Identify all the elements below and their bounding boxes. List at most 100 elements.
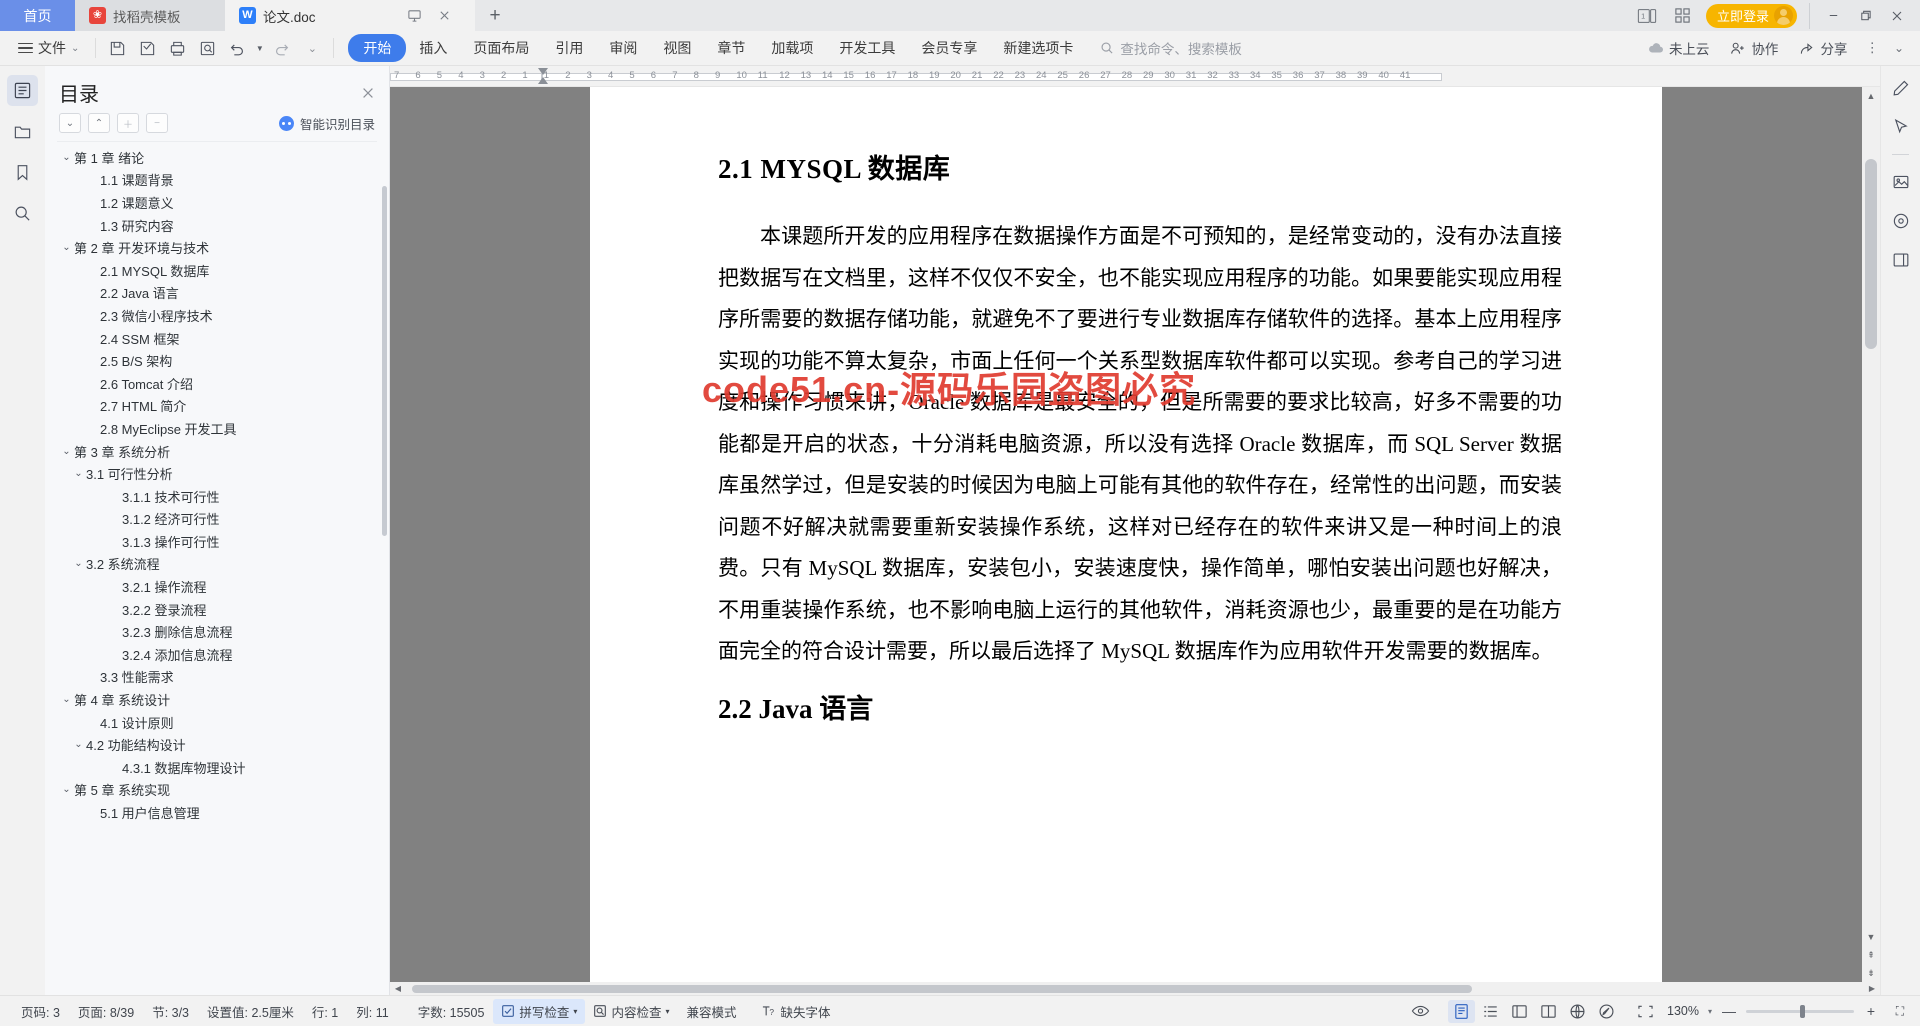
toc-item[interactable]: 3.2.4 添加信息流程	[57, 643, 377, 666]
ribbon-tab-view[interactable]: 视图	[650, 34, 704, 62]
save-as-icon[interactable]	[134, 35, 160, 61]
tab-document[interactable]: W 论文.doc	[225, 0, 475, 31]
edit-pen-icon[interactable]	[1888, 76, 1914, 100]
toc-item[interactable]: 3.1.2 经济可行性	[57, 508, 377, 531]
search-icon[interactable]	[7, 198, 38, 229]
zoom-in-button[interactable]: +	[1863, 1003, 1879, 1019]
location-icon[interactable]	[1888, 209, 1914, 233]
toc-item[interactable]: 3.2.3 删除信息流程	[57, 620, 377, 643]
toc-item[interactable]: 2.2 Java 语言	[57, 282, 377, 305]
collaborate-button[interactable]: 协作	[1721, 35, 1787, 61]
single-page-view-icon[interactable]: 1	[1634, 6, 1660, 26]
web-view-icon[interactable]	[1506, 1000, 1533, 1023]
command-search[interactable]: 查找命令、搜索模板	[1100, 38, 1242, 58]
fullscreen-button[interactable]: ⛶	[1892, 1004, 1908, 1019]
scroll-down-icon[interactable]: ▼	[1862, 928, 1880, 946]
toc-item[interactable]: 4.1 设计原则	[57, 711, 377, 734]
ribbon-tab-insert[interactable]: 插入	[406, 34, 460, 62]
toc-item[interactable]: ⌄ 第 5 章 系统实现	[57, 779, 377, 802]
undo-dropdown-icon[interactable]: ▼	[254, 35, 265, 61]
toc-item[interactable]: ⌄ 第 3 章 系统分析	[57, 440, 377, 463]
zoom-slider[interactable]	[1746, 1004, 1854, 1018]
toc-item[interactable]: 2.3 微信小程序技术	[57, 304, 377, 327]
present-icon[interactable]	[407, 8, 422, 23]
ribbon-tab-new[interactable]: 新建选项卡	[990, 34, 1086, 62]
print-icon[interactable]	[164, 35, 190, 61]
zoom-level-label[interactable]: 130%	[1667, 1004, 1699, 1018]
minimize-button[interactable]	[1818, 3, 1848, 29]
page-view-icon[interactable]	[1448, 999, 1475, 1023]
scroll-up-icon[interactable]: ▲	[1862, 87, 1880, 105]
grid-view-icon[interactable]	[1670, 6, 1696, 26]
scroll-left-icon[interactable]: ◀	[390, 984, 406, 993]
toc-item[interactable]: ⌄ 4.2 功能结构设计	[57, 733, 377, 756]
next-page-icon[interactable]: ⇟	[1862, 964, 1880, 982]
toc-item[interactable]: 4.3.1 数据库物理设计	[57, 756, 377, 779]
restore-button[interactable]	[1850, 3, 1880, 29]
ribbon-tab-page-layout[interactable]: 页面布局	[460, 34, 542, 62]
panel-layout-icon[interactable]	[1888, 248, 1914, 272]
document-vertical-scrollbar[interactable]: ▲ ▼ ⇞ ⇟	[1862, 87, 1880, 982]
toc-item[interactable]: 3.3 性能需求	[57, 666, 377, 689]
reading-view-icon[interactable]	[1535, 1000, 1562, 1023]
toc-item[interactable]: 2.6 Tomcat 介绍	[57, 372, 377, 395]
share-button[interactable]: 分享	[1790, 35, 1856, 61]
chevron-down-icon[interactable]: ⌄	[59, 784, 74, 795]
image-insert-icon[interactable]	[1888, 170, 1914, 194]
toc-item[interactable]: ⌄ 第 4 章 系统设计	[57, 688, 377, 711]
toc-item[interactable]: 5.1 用户信息管理	[57, 801, 377, 824]
smart-toc-button[interactable]: 智能识别目录	[278, 114, 375, 133]
collapse-up-icon[interactable]: ⌃	[88, 113, 110, 133]
file-menu-button[interactable]: 文件 ⌄	[10, 38, 87, 58]
scroll-right-icon[interactable]: ▶	[1864, 984, 1880, 993]
tab-home[interactable]: 首页	[0, 0, 75, 31]
chevron-down-icon[interactable]: ⌄	[59, 152, 74, 163]
document-page[interactable]: 2.1 MYSQL 数据库 本课题所开发的应用程序在数据操作方面是不可预知的，是…	[590, 87, 1662, 982]
toc-item[interactable]: 3.1.1 技术可行性	[57, 485, 377, 508]
zoom-slider-knob[interactable]	[1800, 1004, 1805, 1018]
toc-item[interactable]: 3.2.1 操作流程	[57, 575, 377, 598]
ribbon-tab-member[interactable]: 会员专享	[908, 34, 990, 62]
outline-view-icon[interactable]	[1477, 1000, 1504, 1023]
cursor-select-icon[interactable]	[1888, 115, 1914, 139]
chevron-down-icon[interactable]: ⌄	[59, 694, 74, 705]
print-preview-icon[interactable]	[194, 35, 220, 61]
ribbon-tab-review[interactable]: 审阅	[596, 34, 650, 62]
chevron-down-icon[interactable]: ⌄	[71, 468, 86, 479]
toc-item[interactable]: 1.1 课题背景	[57, 169, 377, 192]
toc-item[interactable]: 1.3 研究内容	[57, 214, 377, 237]
toc-item[interactable]: ⌄ 第 2 章 开发环境与技术	[57, 236, 377, 259]
spell-check-button[interactable]: 拼写检查 ▾	[493, 998, 586, 1024]
toc-item[interactable]: ⌄ 3.2 系统流程	[57, 553, 377, 576]
eye-icon[interactable]	[1407, 1000, 1434, 1023]
minus-icon[interactable]: −	[146, 113, 168, 133]
ribbon-tab-references[interactable]: 引用	[542, 34, 596, 62]
toc-item[interactable]: 2.5 B/S 架构	[57, 349, 377, 372]
toc-item[interactable]: 3.2.2 登录流程	[57, 598, 377, 621]
toc-item[interactable]: 2.7 HTML 简介	[57, 395, 377, 418]
close-icon[interactable]	[361, 86, 375, 100]
new-tab-button[interactable]: +	[475, 0, 515, 31]
cloud-status-button[interactable]: 未上云	[1639, 35, 1719, 61]
document-horizontal-scrollbar[interactable]: ◀ ▶	[390, 982, 1880, 995]
globe-icon[interactable]	[1564, 1000, 1591, 1023]
zoom-dropdown-icon[interactable]: ▾	[1708, 1007, 1712, 1016]
previous-page-icon[interactable]: ⇞	[1862, 946, 1880, 964]
horizontal-scroll-thumb[interactable]	[412, 984, 1472, 993]
chevron-down-icon[interactable]: ⌄	[59, 242, 74, 253]
ribbon-tab-developer[interactable]: 开发工具	[826, 34, 908, 62]
redo-icon[interactable]	[269, 35, 295, 61]
bookmark-icon[interactable]	[7, 157, 38, 188]
document-canvas[interactable]: 2.1 MYSQL 数据库 本课题所开发的应用程序在数据操作方面是不可预知的，是…	[390, 87, 1880, 982]
close-button[interactable]	[1882, 3, 1912, 29]
outline-icon[interactable]	[7, 75, 38, 106]
plus-icon[interactable]: ＋	[117, 113, 139, 133]
body-paragraph[interactable]: 本课题所开发的应用程序在数据操作方面是不可预知的，是经常变动的，没有办法直接把数…	[718, 216, 1562, 673]
collapse-ribbon-button[interactable]: ⌄	[1888, 38, 1910, 58]
toc-item[interactable]: 2.4 SSM 框架	[57, 327, 377, 350]
chevron-down-icon[interactable]: ⌄	[71, 739, 86, 750]
toc-item[interactable]: ⌄ 3.1 可行性分析	[57, 462, 377, 485]
more-options-button[interactable]: ⋮	[1859, 37, 1885, 59]
pen-mark-icon[interactable]	[1593, 1000, 1620, 1023]
toc-item[interactable]: 2.1 MYSQL 数据库	[57, 259, 377, 282]
